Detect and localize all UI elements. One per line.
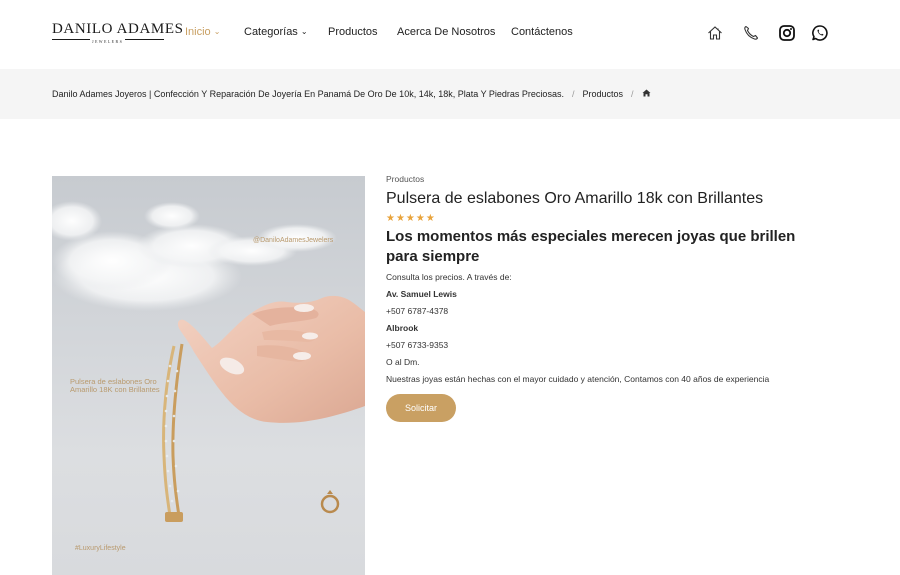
request-button[interactable]: Solicitar — [386, 394, 456, 422]
product-title: Pulsera de eslabones Oro Amarillo 18k co… — [386, 190, 764, 207]
main-nav: Inicio ⌄ Categorías ⌄ Productos Acerca De … — [185, 26, 581, 38]
phone-icon[interactable] — [742, 24, 760, 42]
image-caption: Pulsera de eslabones Oro Amarillo 18K co… — [70, 377, 160, 394]
store-name: Av. Samuel Lewis — [386, 289, 457, 299]
consult-text: Consulta los precios. A través de: — [386, 272, 512, 282]
header-icons — [706, 24, 829, 42]
experience-text: Nuestras joyas están hechas con el mayor… — [386, 374, 770, 384]
breadcrumb-home-link[interactable]: Danilo Adames Joyeros | Confección Y Rep… — [52, 89, 564, 99]
product-category[interactable]: Productos — [386, 174, 856, 184]
image-handle: @DaniloAdamesJewelers — [253, 237, 334, 244]
breadcrumb: Danilo Adames Joyeros | Confección Y Rep… — [52, 89, 651, 99]
chevron-down-icon: ⌄ — [300, 27, 308, 36]
brand-tagline: JEWELERS — [90, 39, 126, 45]
nav-label: Categorías — [244, 26, 298, 38]
image-hashtag: #LuxuryLifestyle — [75, 545, 126, 552]
store-name: Albrook — [386, 323, 419, 333]
rating-stars: ★★★★★ — [386, 213, 436, 224]
instagram-icon[interactable] — [778, 24, 796, 42]
breadcrumb-separator: / — [631, 89, 634, 99]
breadcrumb-separator: / — [571, 89, 575, 99]
nav-item-categorias[interactable]: Categorías ⌄ — [244, 26, 328, 38]
brand-name: DANILO ADAMES — [52, 21, 184, 37]
nav-item-acerca[interactable]: Acerca De Nosotros — [397, 26, 511, 38]
store-phone: +507 6733-9353 — [386, 340, 449, 350]
breadcrumb-productos-link[interactable]: Productos — [582, 89, 623, 99]
home-icon[interactable] — [706, 24, 724, 42]
product-photo — [52, 201, 365, 522]
nav-label: Inicio — [185, 26, 211, 38]
product-headline: Los momentos más especiales merecen joya… — [386, 228, 796, 265]
product-details: Productos Pulsera de eslabones Oro Amari… — [386, 174, 856, 422]
nav-item-contactenos[interactable]: Contáctenos — [511, 26, 581, 38]
site-header: DANILO ADAMES JEWELERS Inicio ⌄ Categoría… — [0, 0, 900, 68]
breadcrumb-bar: Danilo Adames Joyeros | Confección Y Rep… — [0, 69, 900, 119]
whatsapp-icon[interactable] — [811, 24, 829, 42]
brand-logo[interactable]: DANILO ADAMES JEWELERS — [52, 21, 184, 46]
chevron-down-icon: ⌄ — [213, 27, 221, 36]
nav-item-productos[interactable]: Productos — [328, 26, 397, 38]
home-icon[interactable] — [642, 89, 651, 99]
product-image: @DaniloAdamesJewelers Pulsera de eslabon… — [52, 176, 365, 575]
dm-text: O al Dm. — [386, 357, 420, 367]
nav-item-inicio[interactable]: Inicio ⌄ — [185, 26, 244, 38]
store-phone: +507 6787-4378 — [386, 306, 449, 316]
